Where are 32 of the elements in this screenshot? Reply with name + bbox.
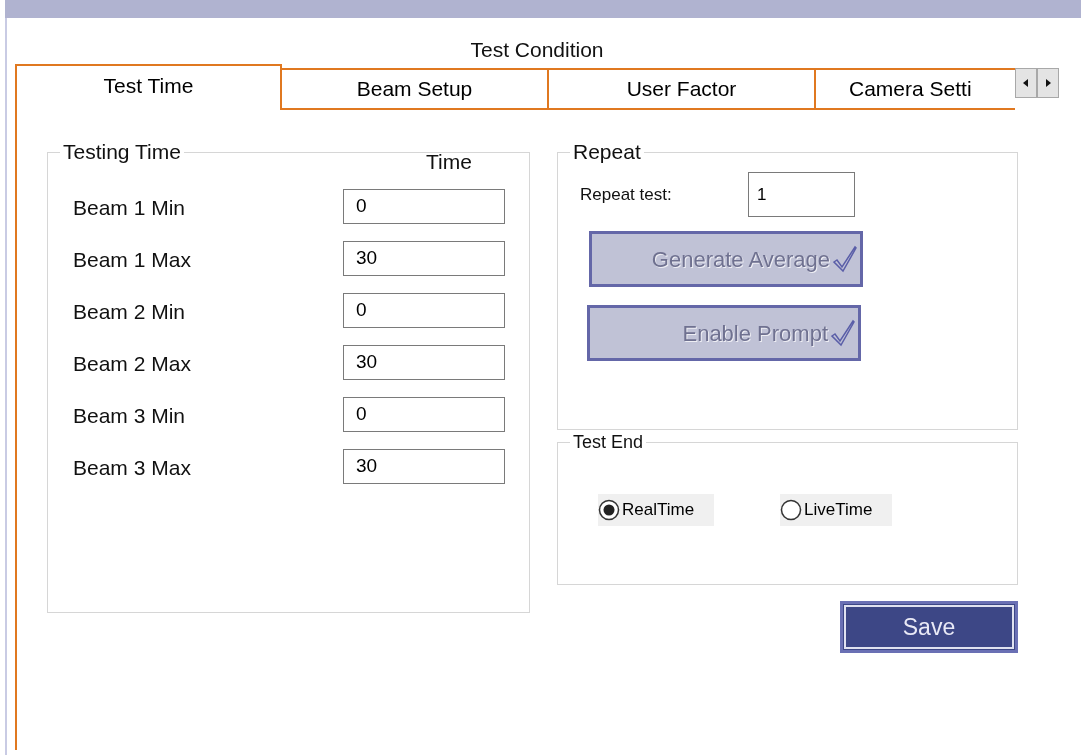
input-field[interactable]: 30	[343, 344, 505, 380]
field-label: Repeat test:	[580, 183, 673, 206]
scroll-left-button[interactable]	[1015, 68, 1037, 98]
tab[interactable]: Camera Setti	[816, 68, 1015, 110]
tab[interactable]: User Factor	[549, 68, 816, 110]
field-label: Beam 1 Min	[73, 195, 187, 222]
group-title: Repeat	[572, 140, 642, 164]
group-title: Test End	[572, 431, 645, 454]
check-icon	[832, 245, 858, 273]
field-label: Beam 1 Max	[73, 247, 192, 274]
column-header: Time	[426, 150, 472, 173]
group-title: Testing Time	[62, 140, 182, 164]
right-arrow-icon	[1044, 78, 1052, 88]
radio-option[interactable]: RealTime	[598, 494, 715, 526]
field-label: Beam 2 Max	[73, 351, 192, 378]
input-field[interactable]: 0	[343, 396, 505, 432]
input-field[interactable]: 0	[343, 188, 505, 224]
field-label: Beam 2 Min	[73, 299, 187, 326]
input-field[interactable]: 0	[343, 292, 505, 328]
input-field[interactable]: 1	[748, 172, 855, 217]
field-label: Beam 3 Min	[73, 403, 187, 430]
save-button[interactable]: Save	[840, 601, 1018, 653]
input-field[interactable]: 30	[343, 448, 505, 484]
tab[interactable]: Test Time	[15, 64, 282, 110]
scroll-right-button[interactable]	[1037, 68, 1059, 98]
check-icon	[830, 319, 856, 347]
input-field[interactable]: 30	[343, 240, 505, 276]
tab[interactable]: Beam Setup	[282, 68, 549, 110]
left-arrow-icon	[1022, 78, 1030, 88]
field-label: Beam 3 Max	[73, 455, 192, 482]
window-title: Test Condition	[470, 38, 604, 61]
radio-option[interactable]: LiveTime	[780, 494, 893, 526]
